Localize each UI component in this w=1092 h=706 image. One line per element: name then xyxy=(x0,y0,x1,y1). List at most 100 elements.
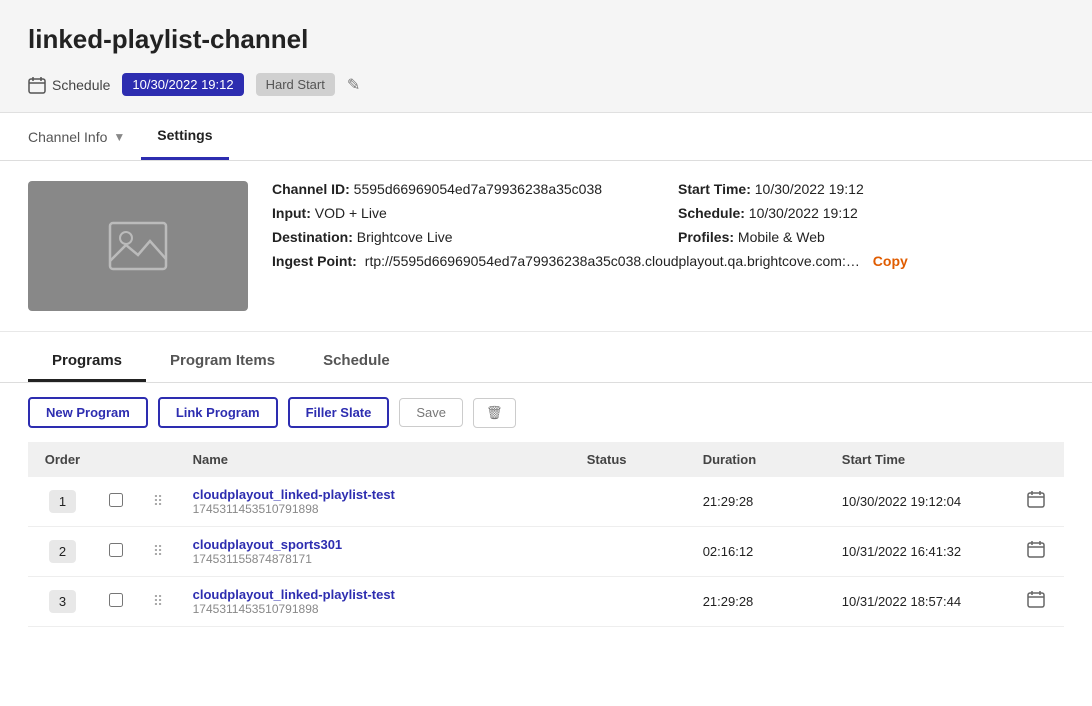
row-checkbox-2[interactable] xyxy=(109,593,123,607)
order-badge-2: 3 xyxy=(49,590,76,613)
action-cell-2[interactable] xyxy=(1015,577,1064,627)
channel-thumbnail xyxy=(28,181,248,311)
save-button[interactable]: Save xyxy=(399,398,463,427)
duration-cell-0: 21:29:28 xyxy=(691,477,830,527)
settings-label: Settings xyxy=(157,127,212,143)
page: linked-playlist-channel Schedule 10/30/2… xyxy=(0,0,1092,706)
schedule-label: Schedule xyxy=(52,77,110,93)
order-cell-1: 2 xyxy=(28,527,97,577)
table-row: 3 ⠿ cloudplayout_linked-playlist-test 17… xyxy=(28,577,1064,627)
status-cell-2 xyxy=(575,577,691,627)
table-row: 2 ⠿ cloudplayout_sports301 1745311558748… xyxy=(28,527,1064,577)
order-badge-0: 1 xyxy=(49,490,76,513)
table-container: Order Name Status Duration Start Time 1 … xyxy=(0,442,1092,627)
channel-info-section: Channel ID: 5595d66969054ed7a79936238a35… xyxy=(0,161,1092,332)
row-checkbox-0[interactable] xyxy=(109,493,123,507)
calendar-action-icon-2[interactable] xyxy=(1027,595,1045,612)
hard-start-badge[interactable]: Hard Start xyxy=(256,73,335,96)
input-label: Input: xyxy=(272,205,311,221)
checkbox-cell-2[interactable] xyxy=(97,577,141,627)
tab-schedule[interactable]: Schedule xyxy=(299,342,414,382)
ingest-point-value: rtp://5595d66969054ed7a79936238a35c038.c… xyxy=(365,253,865,269)
chevron-down-icon: ▼ xyxy=(113,130,125,144)
drag-handle-cell-0[interactable]: ⠿ xyxy=(141,477,181,527)
drag-handle-cell-1[interactable]: ⠿ xyxy=(141,527,181,577)
programs-table: Order Name Status Duration Start Time 1 … xyxy=(28,442,1064,627)
action-cell-1[interactable] xyxy=(1015,527,1064,577)
edit-icon[interactable]: ✎ xyxy=(347,75,360,95)
detail-start-time: Start Time: 10/30/2022 19:12 xyxy=(678,181,1064,197)
checkbox-cell-0[interactable] xyxy=(97,477,141,527)
col-order: Order xyxy=(28,442,97,477)
drag-handle-0[interactable]: ⠿ xyxy=(153,493,163,509)
drag-handle-2[interactable]: ⠿ xyxy=(153,593,163,609)
schedule-date-badge[interactable]: 10/30/2022 19:12 xyxy=(122,73,243,96)
toolbar: New Program Link Program Filler Slate Sa… xyxy=(0,383,1092,442)
calendar-icon xyxy=(28,76,46,94)
destination-label: Destination: xyxy=(272,229,353,245)
program-name-0[interactable]: cloudplayout_linked-playlist-test xyxy=(193,487,563,502)
name-cell-2: cloudplayout_linked-playlist-test 174531… xyxy=(181,577,575,627)
detail-destination: Destination: Brightcove Live xyxy=(272,229,658,245)
order-cell-2: 3 xyxy=(28,577,97,627)
profiles-label: Profiles: xyxy=(678,229,734,245)
tab-program-items[interactable]: Program Items xyxy=(146,342,299,382)
col-drag xyxy=(141,442,181,477)
channel-details: Channel ID: 5595d66969054ed7a79936238a35… xyxy=(272,181,1064,311)
new-program-button[interactable]: New Program xyxy=(28,397,148,428)
calendar-action-icon-0[interactable] xyxy=(1027,495,1045,512)
programs-tabs: Programs Program Items Schedule xyxy=(0,332,1092,383)
name-cell-0: cloudplayout_linked-playlist-test 174531… xyxy=(181,477,575,527)
ingest-point-label: Ingest Point: xyxy=(272,253,357,269)
program-id-2: 1745311453510791898 xyxy=(193,602,563,616)
table-body: 1 ⠿ cloudplayout_linked-playlist-test 17… xyxy=(28,477,1064,627)
col-checkbox xyxy=(97,442,141,477)
schedule-info-value: 10/30/2022 19:12 xyxy=(749,205,858,221)
copy-button[interactable]: Copy xyxy=(873,253,908,269)
start-time-label: Start Time: xyxy=(678,181,751,197)
drag-handle-1[interactable]: ⠿ xyxy=(153,543,163,559)
table-header-row: Order Name Status Duration Start Time xyxy=(28,442,1064,477)
schedule-info-label: Schedule: xyxy=(678,205,745,221)
trash-icon: 🗑 xyxy=(486,405,503,420)
destination-value: Brightcove Live xyxy=(357,229,453,245)
col-duration: Duration xyxy=(691,442,830,477)
col-start-time: Start Time xyxy=(830,442,1015,477)
order-badge-1: 2 xyxy=(49,540,76,563)
checkbox-cell-1[interactable] xyxy=(97,527,141,577)
page-title: linked-playlist-channel xyxy=(28,24,1064,55)
channel-id-label: Channel ID: xyxy=(272,181,350,197)
duration-cell-2: 21:29:28 xyxy=(691,577,830,627)
row-checkbox-1[interactable] xyxy=(109,543,123,557)
program-name-2[interactable]: cloudplayout_linked-playlist-test xyxy=(193,587,563,602)
name-cell-1: cloudplayout_sports301 17453115587487817… xyxy=(181,527,575,577)
channel-info-label: Channel Info xyxy=(28,129,107,145)
program-name-1[interactable]: cloudplayout_sports301 xyxy=(193,537,563,552)
link-program-button[interactable]: Link Program xyxy=(158,397,278,428)
filler-slate-button[interactable]: Filler Slate xyxy=(288,397,390,428)
tab-channel-info[interactable]: Channel Info ▼ xyxy=(28,115,141,159)
start-time-cell-0: 10/30/2022 19:12:04 xyxy=(830,477,1015,527)
start-time-cell-1: 10/31/2022 16:41:32 xyxy=(830,527,1015,577)
start-time-cell-2: 10/31/2022 18:57:44 xyxy=(830,577,1015,627)
channel-id-value: 5595d66969054ed7a79936238a35c038 xyxy=(354,181,602,197)
tab-settings[interactable]: Settings xyxy=(141,113,228,160)
action-cell-0[interactable] xyxy=(1015,477,1064,527)
program-id-1: 174531155874878171 xyxy=(193,552,563,566)
drag-handle-cell-2[interactable]: ⠿ xyxy=(141,577,181,627)
thumbnail-placeholder-icon xyxy=(108,221,168,271)
detail-input: Input: VOD + Live xyxy=(272,205,658,221)
detail-schedule: Schedule: 10/30/2022 19:12 xyxy=(678,205,1064,221)
duration-cell-1: 02:16:12 xyxy=(691,527,830,577)
calendar-action-icon-1[interactable] xyxy=(1027,545,1045,562)
top-tabs: Channel Info ▼ Settings xyxy=(0,113,1092,161)
delete-button[interactable]: 🗑 xyxy=(473,398,516,428)
col-name: Name xyxy=(181,442,575,477)
col-actions xyxy=(1015,442,1064,477)
tab-programs[interactable]: Programs xyxy=(28,342,146,382)
detail-channel-id: Channel ID: 5595d66969054ed7a79936238a35… xyxy=(272,181,658,197)
profiles-value: Mobile & Web xyxy=(738,229,825,245)
order-cell-0: 1 xyxy=(28,477,97,527)
start-time-value: 10/30/2022 19:12 xyxy=(755,181,864,197)
header: linked-playlist-channel Schedule 10/30/2… xyxy=(0,0,1092,113)
